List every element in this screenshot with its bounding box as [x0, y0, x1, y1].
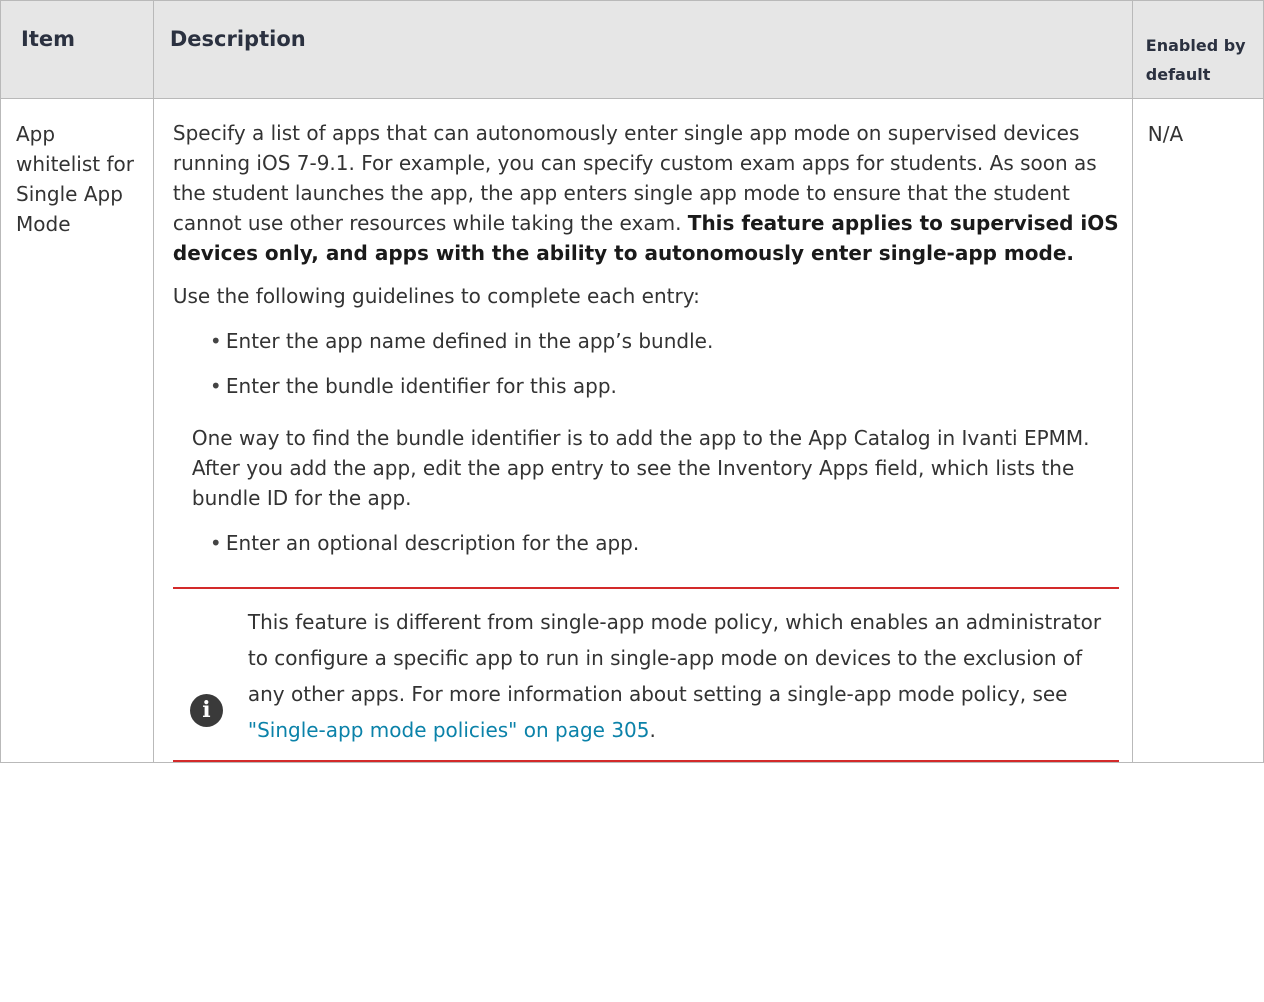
- item-cell: App whitelist for Single App Mode: [0, 98, 154, 763]
- settings-table: Item Description Enabled by default App …: [0, 0, 1264, 763]
- description-cell: Specify a list of apps that can autonomo…: [152, 98, 1133, 763]
- note-box: i This feature is different from single-…: [172, 587, 1119, 762]
- note-text: This feature is different from single-ap…: [248, 604, 1119, 748]
- note-body: This feature is different from single-ap…: [247, 610, 1102, 706]
- list-item: Enter the bundle identifier for this app…: [173, 371, 1119, 401]
- guidelines-list: Enter the app name defined in the app’s …: [173, 326, 1119, 401]
- enabled-by-default-cell: N/A: [1131, 98, 1264, 763]
- header-enabled-by-default: Enabled by default: [1131, 0, 1264, 99]
- list-item: Enter an optional description for the ap…: [173, 528, 1119, 558]
- list-item: Enter the app name defined in the app’s …: [173, 326, 1119, 356]
- single-app-mode-policies-link[interactable]: "Single-app mode policies" on page 305: [248, 718, 650, 742]
- header-description: Description: [152, 0, 1133, 99]
- bundle-note: One way to find the bundle identifier is…: [191, 426, 1090, 510]
- description-paragraph: Specify a list of apps that can autonomo…: [173, 118, 1119, 268]
- header-item: Item: [0, 0, 154, 99]
- note-end: .: [649, 718, 656, 742]
- guidelines-list-2: Enter an optional description for the ap…: [173, 528, 1119, 558]
- info-icon: i: [189, 694, 223, 727]
- table-row: App whitelist for Single App Mode Specif…: [0, 98, 1264, 763]
- table-header-row: Item Description Enabled by default: [0, 0, 1264, 99]
- guidelines-intro: Use the following guidelines to complete…: [172, 284, 700, 308]
